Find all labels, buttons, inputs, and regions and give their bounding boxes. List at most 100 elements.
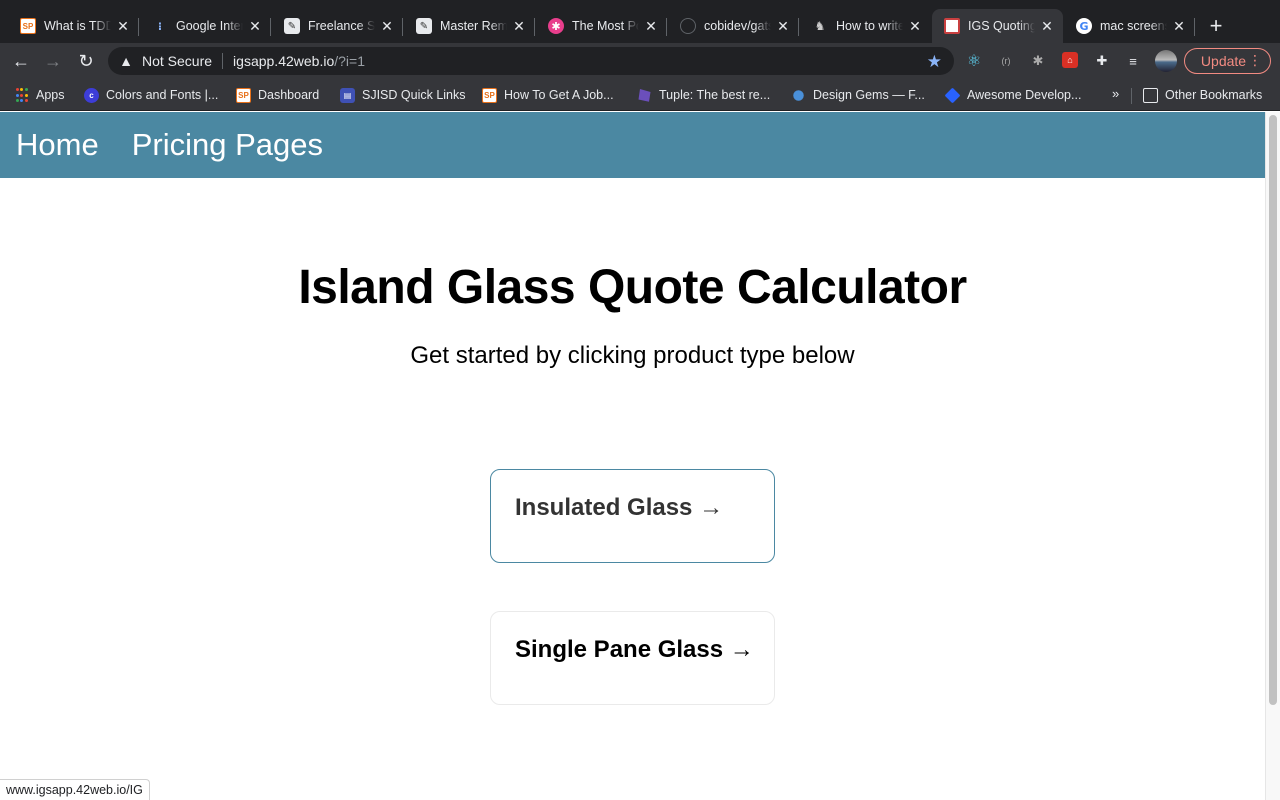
sjisd-icon: ▤ (340, 87, 355, 103)
omnibox-divider (222, 53, 224, 69)
bookmark-awesome-developers[interactable]: Awesome Develop... (944, 86, 1082, 104)
bookmark-design-gems[interactable]: Design Gems — F... (791, 86, 925, 104)
product-card-single-pane-glass[interactable]: Single Pane Glass → (490, 611, 775, 705)
close-icon[interactable]: ✕ (247, 18, 263, 35)
profile-avatar[interactable] (1155, 50, 1177, 72)
tab-title: mac screenshot (1100, 19, 1167, 33)
bookmark-label: SJISD Quick Links (362, 88, 466, 102)
close-icon[interactable]: ✕ (115, 18, 131, 35)
update-label: Update (1200, 53, 1247, 69)
igs-icon (944, 18, 960, 34)
tab-the-most-popular[interactable]: ✱ The Most Popular ✕ (536, 9, 667, 43)
bookmark-tuple[interactable]: Tuple: The best re... (637, 86, 770, 104)
fs-icon: ✎ (416, 18, 432, 34)
page-viewport: Home Pricing Pages Island Glass Quote Ca… (0, 112, 1280, 800)
bookmark-sjisd-quick-links[interactable]: ▤ SJISD Quick Links (340, 86, 466, 104)
close-icon[interactable]: ✕ (643, 18, 659, 35)
extension-r-icon[interactable]: (r) (997, 52, 1015, 70)
tab-master-remote[interactable]: ✎ Master Remote ✕ (404, 9, 535, 43)
close-icon[interactable]: ✕ (379, 18, 395, 35)
security-label[interactable]: Not Secure (142, 53, 212, 69)
bookmark-dashboard[interactable]: SP Dashboard (236, 86, 319, 104)
bookmark-apps[interactable]: Apps (14, 86, 65, 104)
folder-icon (1143, 87, 1158, 103)
site-navbar: Home Pricing Pages (0, 112, 1265, 178)
tab-strip: SP What is TDD ✕ ⁝ Google Interview ✕ ✎ … (0, 0, 1280, 43)
product-card-label: Insulated Glass → (515, 494, 724, 521)
dev-icon: ♞ (814, 19, 826, 33)
apps-grid-icon (14, 88, 29, 103)
bookmark-label: Awesome Develop... (967, 88, 1082, 102)
tab-what-is-tdd[interactable]: SP What is TDD ✕ (8, 9, 139, 43)
media-queue-icon[interactable]: ≡ (1124, 52, 1142, 70)
tuple-icon (638, 89, 651, 102)
react-devtools-icon[interactable]: ⚛ (965, 52, 983, 70)
product-card-label: Single Pane Glass → (515, 636, 754, 663)
more-menu-icon[interactable]: ⋮ (1248, 52, 1262, 69)
tab-title: cobidev/gatsby (704, 19, 771, 33)
scrollbar-thumb[interactable] (1269, 115, 1277, 705)
bookmarks-divider (1131, 88, 1132, 104)
page-subtitle: Get started by clicking product type bel… (410, 342, 855, 369)
page-title: Island Glass Quote Calculator (298, 261, 967, 314)
tab-mac-screenshot[interactable]: G mac screenshot ✕ (1064, 9, 1195, 43)
tab-title: IGS Quoting (968, 19, 1035, 33)
fs-icon: ✎ (284, 18, 300, 34)
tab-title: The Most Popular (572, 19, 639, 33)
tab-how-to-write[interactable]: ♞ How to write ✕ (800, 9, 931, 43)
tab-title: What is TDD (44, 19, 111, 33)
bookmark-colors-and-fonts[interactable]: c Colors and Fonts |... (84, 86, 218, 104)
close-icon[interactable]: ✕ (1171, 18, 1187, 35)
gi-icon: ⁝ (157, 20, 163, 33)
bookmark-label: Colors and Fonts |... (106, 88, 219, 102)
design-gems-icon (793, 89, 804, 101)
close-icon[interactable]: ✕ (775, 18, 791, 35)
star-badge-icon: ✱ (548, 18, 564, 34)
other-bookmarks[interactable]: Other Bookmarks (1143, 86, 1262, 104)
extension-red-icon[interactable]: ⌂ (1062, 52, 1078, 68)
back-button[interactable]: ← (9, 49, 33, 73)
google-icon: G (1076, 18, 1092, 34)
bookmarks-overflow-button[interactable]: » (1112, 86, 1119, 101)
tab-title: How to write (836, 19, 903, 33)
update-button[interactable]: Update ⋮ (1184, 48, 1271, 74)
tab-title: Master Remote (440, 19, 507, 33)
url-host: igsapp.42web.io (233, 53, 335, 69)
tab-cobidev-gatsby[interactable]: cobidev/gatsby ✕ (668, 9, 799, 43)
extension-bug-icon[interactable]: ✱ (1029, 52, 1047, 70)
awesome-icon (944, 87, 961, 103)
sp-icon: SP (236, 87, 251, 103)
warning-icon[interactable]: ▲ (118, 53, 134, 69)
bookmark-label: How To Get A Job... (504, 88, 614, 102)
tab-google-interview[interactable]: ⁝ Google Interview ✕ (140, 9, 271, 43)
github-icon (680, 18, 696, 34)
bookmark-label: Tuple: The best re... (659, 88, 771, 102)
forward-button[interactable]: → (41, 49, 65, 73)
nav-pricing-pages-link[interactable]: Pricing Pages (132, 127, 323, 163)
url-path: /?i=1 (334, 53, 365, 69)
tab-title: Google Interview (176, 19, 243, 33)
nav-home-link[interactable]: Home (16, 127, 99, 163)
tab-igs-quoting[interactable]: IGS Quoting ✕ (932, 9, 1063, 43)
link-status-bar: www.igsapp.42web.io/IG (0, 779, 150, 800)
sp-icon: SP (482, 87, 497, 103)
bookmark-label: Apps (36, 88, 65, 102)
vertical-scrollbar[interactable] (1265, 112, 1280, 800)
bookmark-label: Other Bookmarks (1165, 88, 1263, 102)
reload-button[interactable]: ↻ (74, 49, 98, 73)
product-card-insulated-glass[interactable]: Insulated Glass → (490, 469, 775, 563)
bookmark-label: Design Gems — F... (813, 88, 925, 102)
main-content: Island Glass Quote Calculator Get starte… (0, 178, 1265, 800)
bookmark-star-icon[interactable]: ★ (927, 52, 942, 72)
close-icon[interactable]: ✕ (907, 18, 923, 35)
bookmark-label: Dashboard (258, 88, 320, 102)
new-tab-button[interactable]: + (1203, 13, 1229, 39)
tab-freelance-sites[interactable]: ✎ Freelance Sites ✕ (272, 9, 403, 43)
tab-title: Freelance Sites (308, 19, 375, 33)
bookmarks-bar: Apps c Colors and Fonts |... SP Dashboar… (0, 79, 1280, 111)
close-icon[interactable]: ✕ (1039, 18, 1055, 35)
address-bar[interactable]: ▲ Not Secure igsapp.42web.io /?i=1 ★ (108, 47, 954, 75)
extensions-puzzle-icon[interactable]: ✚ (1093, 52, 1111, 70)
bookmark-how-to-get-a-job[interactable]: SP How To Get A Job... (482, 86, 614, 104)
close-icon[interactable]: ✕ (511, 18, 527, 35)
